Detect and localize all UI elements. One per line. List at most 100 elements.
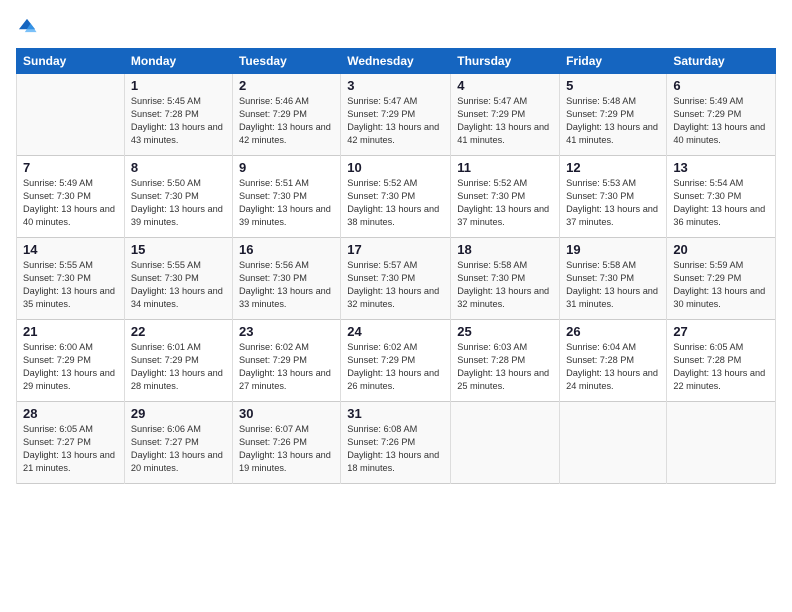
day-number: 23 (239, 324, 334, 339)
calendar-cell: 2 Sunrise: 5:46 AM Sunset: 7:29 PM Daylig… (232, 74, 340, 156)
day-number: 18 (457, 242, 553, 257)
calendar-cell (560, 402, 667, 484)
day-number: 22 (131, 324, 226, 339)
day-number: 10 (347, 160, 444, 175)
day-number: 20 (673, 242, 769, 257)
calendar-cell (451, 402, 560, 484)
header-tuesday: Tuesday (232, 49, 340, 74)
calendar-week-row: 21Sunrise: 6:00 AM Sunset: 7:29 PM Dayli… (17, 320, 776, 402)
day-info: Sunrise: 5:55 AM Sunset: 7:30 PM Dayligh… (23, 259, 118, 311)
day-number: 8 (131, 160, 226, 175)
calendar-cell: 6Sunrise: 5:49 AM Sunset: 7:29 PM Daylig… (667, 74, 776, 156)
calendar-cell: 15 Sunrise: 5:55 AM Sunset: 7:30 PM Dayli… (124, 238, 232, 320)
calendar-cell: 18 Sunrise: 5:58 AM Sunset: 7:30 PM Dayli… (451, 238, 560, 320)
day-number: 19 (566, 242, 660, 257)
day-number: 2 (239, 78, 334, 93)
calendar-cell: 19Sunrise: 5:58 AM Sunset: 7:30 PM Dayli… (560, 238, 667, 320)
day-number: 30 (239, 406, 334, 421)
day-number: 17 (347, 242, 444, 257)
calendar-body: 1 Sunrise: 5:45 AM Sunset: 7:28 PM Daylig… (17, 74, 776, 484)
day-number: 6 (673, 78, 769, 93)
day-number: 15 (131, 242, 226, 257)
day-info: Sunrise: 6:04 AM Sunset: 7:28 PM Dayligh… (566, 341, 660, 393)
header-friday: Friday (560, 49, 667, 74)
day-info: Sunrise: 5:47 AM Sunset: 7:29 PM Dayligh… (457, 95, 553, 147)
day-info: Sunrise: 5:54 AM Sunset: 7:30 PM Dayligh… (673, 177, 769, 229)
day-info: Sunrise: 5:47 AM Sunset: 7:29 PM Dayligh… (347, 95, 444, 147)
day-number: 7 (23, 160, 118, 175)
day-info: Sunrise: 5:46 AM Sunset: 7:29 PM Dayligh… (239, 95, 334, 147)
day-info: Sunrise: 6:02 AM Sunset: 7:29 PM Dayligh… (347, 341, 444, 393)
calendar-cell: 22 Sunrise: 6:01 AM Sunset: 7:29 PM Dayli… (124, 320, 232, 402)
day-info: Sunrise: 6:07 AM Sunset: 7:26 PM Dayligh… (239, 423, 334, 475)
day-info: Sunrise: 6:00 AM Sunset: 7:29 PM Dayligh… (23, 341, 118, 393)
day-number: 14 (23, 242, 118, 257)
day-info: Sunrise: 5:55 AM Sunset: 7:30 PM Dayligh… (131, 259, 226, 311)
day-info: Sunrise: 5:53 AM Sunset: 7:30 PM Dayligh… (566, 177, 660, 229)
calendar-cell: 4Sunrise: 5:47 AM Sunset: 7:29 PM Daylig… (451, 74, 560, 156)
calendar-cell: 16 Sunrise: 5:56 AM Sunset: 7:30 PM Dayli… (232, 238, 340, 320)
day-info: Sunrise: 6:01 AM Sunset: 7:29 PM Dayligh… (131, 341, 226, 393)
day-number: 9 (239, 160, 334, 175)
day-number: 25 (457, 324, 553, 339)
logo (16, 16, 40, 38)
weekday-header-row: Sunday Monday Tuesday Wednesday Thursday… (17, 49, 776, 74)
header-saturday: Saturday (667, 49, 776, 74)
day-info: Sunrise: 6:05 AM Sunset: 7:27 PM Dayligh… (23, 423, 118, 475)
day-info: Sunrise: 6:03 AM Sunset: 7:28 PM Dayligh… (457, 341, 553, 393)
header-sunday: Sunday (17, 49, 125, 74)
calendar-week-row: 1 Sunrise: 5:45 AM Sunset: 7:28 PM Daylig… (17, 74, 776, 156)
calendar-week-row: 28 Sunrise: 6:05 AM Sunset: 7:27 PM Dayli… (17, 402, 776, 484)
header-monday: Monday (124, 49, 232, 74)
day-number: 3 (347, 78, 444, 93)
calendar-cell: 9 Sunrise: 5:51 AM Sunset: 7:30 PM Daylig… (232, 156, 340, 238)
logo-icon (16, 16, 38, 38)
calendar-cell: 29Sunrise: 6:06 AM Sunset: 7:27 PM Dayli… (124, 402, 232, 484)
calendar-cell: 13 Sunrise: 5:54 AM Sunset: 7:30 PM Dayli… (667, 156, 776, 238)
calendar-cell: 21Sunrise: 6:00 AM Sunset: 7:29 PM Dayli… (17, 320, 125, 402)
day-info: Sunrise: 6:02 AM Sunset: 7:29 PM Dayligh… (239, 341, 334, 393)
day-number: 24 (347, 324, 444, 339)
day-info: Sunrise: 5:50 AM Sunset: 7:30 PM Dayligh… (131, 177, 226, 229)
day-info: Sunrise: 5:52 AM Sunset: 7:30 PM Dayligh… (347, 177, 444, 229)
calendar-cell: 7 Sunrise: 5:49 AM Sunset: 7:30 PM Daylig… (17, 156, 125, 238)
day-info: Sunrise: 5:52 AM Sunset: 7:30 PM Dayligh… (457, 177, 553, 229)
day-info: Sunrise: 5:49 AM Sunset: 7:30 PM Dayligh… (23, 177, 118, 229)
calendar-cell: 24 Sunrise: 6:02 AM Sunset: 7:29 PM Dayli… (341, 320, 451, 402)
day-number: 16 (239, 242, 334, 257)
day-info: Sunrise: 5:51 AM Sunset: 7:30 PM Dayligh… (239, 177, 334, 229)
calendar-cell (17, 74, 125, 156)
day-info: Sunrise: 6:05 AM Sunset: 7:28 PM Dayligh… (673, 341, 769, 393)
calendar-cell: 23 Sunrise: 6:02 AM Sunset: 7:29 PM Dayli… (232, 320, 340, 402)
day-number: 28 (23, 406, 118, 421)
day-number: 31 (347, 406, 444, 421)
calendar-cell: 5 Sunrise: 5:48 AM Sunset: 7:29 PM Daylig… (560, 74, 667, 156)
page-header (16, 16, 776, 38)
day-number: 1 (131, 78, 226, 93)
calendar-cell: 1 Sunrise: 5:45 AM Sunset: 7:28 PM Daylig… (124, 74, 232, 156)
calendar-cell: 27Sunrise: 6:05 AM Sunset: 7:28 PM Dayli… (667, 320, 776, 402)
day-info: Sunrise: 6:06 AM Sunset: 7:27 PM Dayligh… (131, 423, 226, 475)
calendar-cell: 10 Sunrise: 5:52 AM Sunset: 7:30 PM Dayli… (341, 156, 451, 238)
header-wednesday: Wednesday (341, 49, 451, 74)
day-info: Sunrise: 5:48 AM Sunset: 7:29 PM Dayligh… (566, 95, 660, 147)
day-info: Sunrise: 5:45 AM Sunset: 7:28 PM Dayligh… (131, 95, 226, 147)
day-number: 5 (566, 78, 660, 93)
day-number: 11 (457, 160, 553, 175)
calendar-cell: 17 Sunrise: 5:57 AM Sunset: 7:30 PM Dayli… (341, 238, 451, 320)
calendar-cell: 30 Sunrise: 6:07 AM Sunset: 7:26 PM Dayli… (232, 402, 340, 484)
day-info: Sunrise: 5:56 AM Sunset: 7:30 PM Dayligh… (239, 259, 334, 311)
calendar-cell: 14 Sunrise: 5:55 AM Sunset: 7:30 PM Dayli… (17, 238, 125, 320)
day-info: Sunrise: 5:58 AM Sunset: 7:30 PM Dayligh… (457, 259, 553, 311)
calendar-cell: 20Sunrise: 5:59 AM Sunset: 7:29 PM Dayli… (667, 238, 776, 320)
day-info: Sunrise: 5:57 AM Sunset: 7:30 PM Dayligh… (347, 259, 444, 311)
calendar-week-row: 14 Sunrise: 5:55 AM Sunset: 7:30 PM Dayli… (17, 238, 776, 320)
calendar-week-row: 7 Sunrise: 5:49 AM Sunset: 7:30 PM Daylig… (17, 156, 776, 238)
day-number: 26 (566, 324, 660, 339)
calendar-cell: 26 Sunrise: 6:04 AM Sunset: 7:28 PM Dayli… (560, 320, 667, 402)
calendar-cell: 11 Sunrise: 5:52 AM Sunset: 7:30 PM Dayli… (451, 156, 560, 238)
day-number: 13 (673, 160, 769, 175)
day-number: 12 (566, 160, 660, 175)
calendar-table: Sunday Monday Tuesday Wednesday Thursday… (16, 48, 776, 484)
calendar-cell: 3 Sunrise: 5:47 AM Sunset: 7:29 PM Daylig… (341, 74, 451, 156)
